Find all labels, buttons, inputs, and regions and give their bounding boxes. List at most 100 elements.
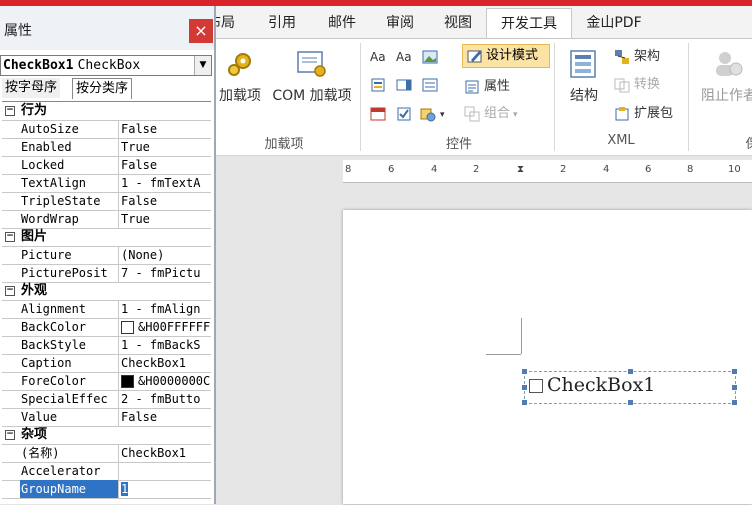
property-value[interactable]: False — [119, 156, 211, 174]
property-row[interactable]: WordWrap True — [2, 210, 211, 229]
property-row-selected[interactable]: GroupName 1 — [2, 480, 211, 499]
date-picker-control-button[interactable] — [370, 103, 390, 125]
block-authors-button[interactable]: 阻止作者 — [694, 49, 752, 105]
dropdown-list-control-button[interactable] — [422, 74, 442, 96]
group-label-controls: 控件 — [445, 137, 472, 152]
property-row[interactable]: (名称) CheckBox1 — [2, 444, 211, 463]
rich-text-control-button[interactable]: Aa — [370, 46, 386, 68]
horizontal-ruler[interactable]: 8 6 4 2 ⧗ 2 4 6 8 10 — [343, 160, 752, 183]
property-row[interactable]: TextAlign 1 - fmTextA — [2, 174, 211, 193]
tab-alphabetic[interactable]: 按字母序 — [2, 78, 61, 98]
tab-categorized[interactable]: 按分类序 — [72, 78, 133, 99]
property-value[interactable]: 1 - fmTextA — [119, 174, 211, 192]
addins-button[interactable]: 加载项 — [216, 49, 264, 105]
property-row[interactable]: Picture (None) — [2, 246, 211, 265]
xml-expansion-pack-button[interactable]: 扩展包 — [614, 103, 673, 125]
xml-transform-label: 转换 — [634, 77, 661, 92]
collapse-icon[interactable]: − — [5, 286, 15, 296]
resize-handle[interactable] — [522, 369, 527, 374]
property-name: Alignment — [20, 300, 119, 318]
xml-structure-button[interactable]: 结构 — [562, 49, 606, 105]
property-name: Caption — [20, 354, 119, 372]
property-value[interactable]: True — [119, 210, 211, 228]
property-name: (名称) — [20, 444, 119, 462]
tab-view[interactable]: 视图 — [434, 8, 482, 38]
resize-handle[interactable] — [522, 400, 527, 405]
tab-references[interactable]: 引用 — [258, 8, 306, 38]
picture-control-button[interactable] — [422, 46, 442, 68]
resize-handle[interactable] — [628, 400, 633, 405]
resize-handle[interactable] — [522, 385, 527, 390]
plain-text-control-button[interactable]: Aa — [396, 46, 412, 68]
category-label: 杂项 — [21, 427, 48, 442]
property-row[interactable]: BackColor &H00FFFFFF — [2, 318, 211, 337]
com-addin-icon — [295, 49, 329, 79]
checkbox-control-button[interactable] — [396, 103, 416, 125]
building-block-control-button[interactable] — [370, 74, 390, 96]
property-value[interactable]: 1 - fmAlign — [119, 300, 211, 318]
property-row[interactable]: Accelerator — [2, 462, 211, 481]
property-row[interactable]: BackStyle 1 - fmBackS — [2, 336, 211, 355]
xml-structure-label: 结构 — [570, 88, 598, 104]
category-row[interactable]: − 行为 — [2, 102, 211, 121]
category-row[interactable]: − 外观 — [2, 282, 211, 301]
property-value[interactable]: (None) — [119, 246, 211, 264]
property-row[interactable]: AutoSize False — [2, 120, 211, 139]
property-value[interactable]: 1 - fmBackS — [119, 336, 211, 354]
collapse-icon[interactable]: − — [5, 106, 15, 116]
property-row[interactable]: SpecialEffec 2 - fmButto — [2, 390, 211, 409]
property-row[interactable]: Locked False — [2, 156, 211, 175]
tab-review[interactable]: 审阅 — [376, 8, 424, 38]
xml-schema-button[interactable]: 架构 — [614, 46, 660, 68]
com-addins-button[interactable]: COM 加载项 — [266, 49, 358, 105]
property-value[interactable]: 7 - fmPictu — [119, 264, 211, 282]
ruler-indent-marker[interactable]: ⧗ — [517, 164, 524, 175]
tab-layout[interactable]: 布局 — [214, 8, 240, 38]
property-row[interactable]: Alignment 1 - fmAlign — [2, 300, 211, 319]
chevron-down-icon[interactable]: ▼ — [194, 56, 211, 75]
property-row[interactable]: Value False — [2, 408, 211, 427]
property-row[interactable]: ForeColor &H0000000C — [2, 372, 211, 391]
property-value-editor[interactable]: 1 — [119, 480, 211, 498]
checkbox-control[interactable]: CheckBox1 — [522, 369, 737, 405]
tab-mailings[interactable]: 邮件 — [318, 8, 366, 38]
resize-handle[interactable] — [732, 369, 737, 374]
combo-box-control-button[interactable] — [396, 74, 416, 96]
property-row[interactable]: TripleState False — [2, 192, 211, 211]
checkbox-square[interactable] — [529, 379, 543, 393]
property-value[interactable]: True — [119, 138, 211, 156]
property-value[interactable]: CheckBox1 — [119, 354, 211, 372]
close-button[interactable]: × — [189, 19, 213, 43]
property-value[interactable]: False — [119, 120, 211, 138]
property-value[interactable]: 2 - fmButto — [119, 390, 211, 408]
tab-developer[interactable]: 开发工具 — [486, 8, 572, 39]
property-value[interactable]: &H0000000C — [119, 372, 211, 390]
properties-button[interactable]: 属性 — [464, 76, 510, 98]
property-value[interactable]: False — [119, 192, 211, 210]
category-row[interactable]: − 图片 — [2, 228, 211, 247]
property-name: AutoSize — [20, 120, 119, 138]
resize-handle[interactable] — [732, 385, 737, 390]
property-value[interactable]: &H00FFFFFF — [119, 318, 211, 336]
tab-kingsoft-pdf[interactable]: 金山PDF — [580, 8, 648, 38]
category-row[interactable]: − 杂项 — [2, 426, 211, 445]
xml-transform-button[interactable]: 转换 — [614, 74, 660, 96]
property-row[interactable]: Enabled True — [2, 138, 211, 157]
ruler-tick: 10 — [728, 164, 741, 175]
collapse-icon[interactable]: − — [5, 430, 15, 440]
properties-window: 属性 × CheckBox1 CheckBox ▼ 按字母序 按分类序 − 行为 … — [0, 6, 216, 504]
group-button[interactable]: 组合 ▾ — [464, 103, 518, 125]
property-row[interactable]: PicturePosit 7 - fmPictu — [2, 264, 211, 283]
document-page[interactable] — [343, 210, 752, 504]
object-selector-dropdown[interactable]: CheckBox1 CheckBox ▼ — [0, 55, 212, 76]
property-row[interactable]: Caption CheckBox1 — [2, 354, 211, 373]
property-value[interactable]: False — [119, 408, 211, 426]
resize-handle[interactable] — [732, 400, 737, 405]
transform-icon — [614, 77, 630, 93]
properties-title-bar[interactable]: 属性 × — [0, 6, 214, 50]
design-mode-button[interactable]: 设计模式 — [462, 44, 550, 68]
property-value[interactable]: CheckBox1 — [119, 444, 211, 462]
property-grid: − 行为 AutoSize False Enabled True Locked Fals… — [2, 101, 211, 505]
collapse-icon[interactable]: − — [5, 232, 15, 242]
legacy-tools-button[interactable]: ▾ — [420, 103, 445, 125]
